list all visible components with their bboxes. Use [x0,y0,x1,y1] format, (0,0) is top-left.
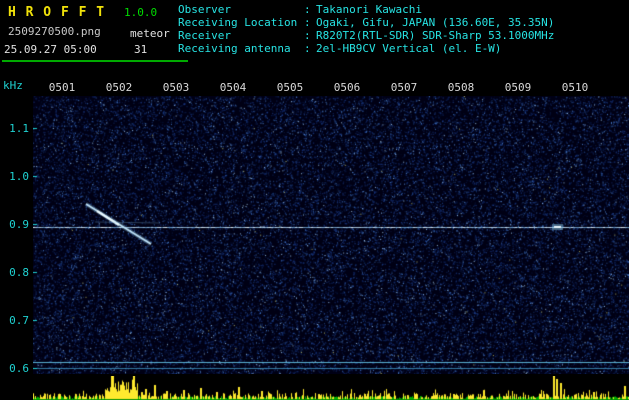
info-colon: : [304,29,311,42]
x-tick-0510: 0510 [561,81,589,94]
x-tick-0509: 0509 [504,81,532,94]
mode-label: meteor [130,27,170,40]
output-filename: 2509270500.png [8,25,101,38]
info-value: Takanori Kawachi [316,3,422,16]
y-axis-unit: kHz [3,79,23,92]
info-label: Receiving Location [178,16,298,29]
app-version: 1.0.0 [124,6,158,19]
y-tick-0-9: 0.9 [9,218,29,231]
x-tick-0504: 0504 [219,81,247,94]
x-tick-0507: 0507 [390,81,418,94]
info-label: Receiver [178,29,231,42]
y-tick-0-8: 0.8 [9,266,29,279]
info-colon: : [304,42,311,55]
x-tick-0501: 0501 [48,81,76,94]
header-separator [2,60,188,62]
info-row-antenna: Receiving antenna : 2el-HB9CV Vertical (… [178,42,554,55]
y-tick-1-0: 1.0 [9,170,29,183]
spectrogram-canvas [33,96,629,374]
info-label: Observer [178,3,231,16]
count-label: 31 [134,43,148,56]
hrofft-window: H R O F F T 1.0.0 2509270500.png meteor … [0,0,629,400]
x-tick-0505: 0505 [276,81,304,94]
info-colon: : [304,3,311,16]
station-info: Observer : Takanori Kawachi Receiving Lo… [178,3,554,55]
info-value: R820T2(RTL-SDR) SDR-Sharp 53.1000MHz [316,29,555,42]
info-row-location: Receiving Location : Ogaki, Gifu, JAPAN … [178,16,554,29]
x-tick-0506: 0506 [333,81,361,94]
x-tick-0502: 0502 [105,81,133,94]
info-value: Ogaki, Gifu, JAPAN (136.60E, 35.35N) [316,16,555,29]
info-label: Receiving antenna [178,42,291,55]
x-tick-0508: 0508 [447,81,475,94]
y-tick-1-1: 1.1 [9,122,29,135]
x-tick-0503: 0503 [162,81,190,94]
info-row-receiver: Receiver : R820T2(RTL-SDR) SDR-Sharp 53.… [178,29,554,42]
y-tick-0-7: 0.7 [9,314,29,327]
datetime-label: 25.09.27 05:00 [4,43,97,56]
app-title: H R O F F T [8,5,106,20]
y-tick-0-6: 0.6 [9,362,29,375]
signal-level-canvas [33,376,629,400]
info-row-observer: Observer : Takanori Kawachi [178,3,554,16]
info-value: 2el-HB9CV Vertical (el. E-W) [316,42,502,55]
info-colon: : [304,16,311,29]
